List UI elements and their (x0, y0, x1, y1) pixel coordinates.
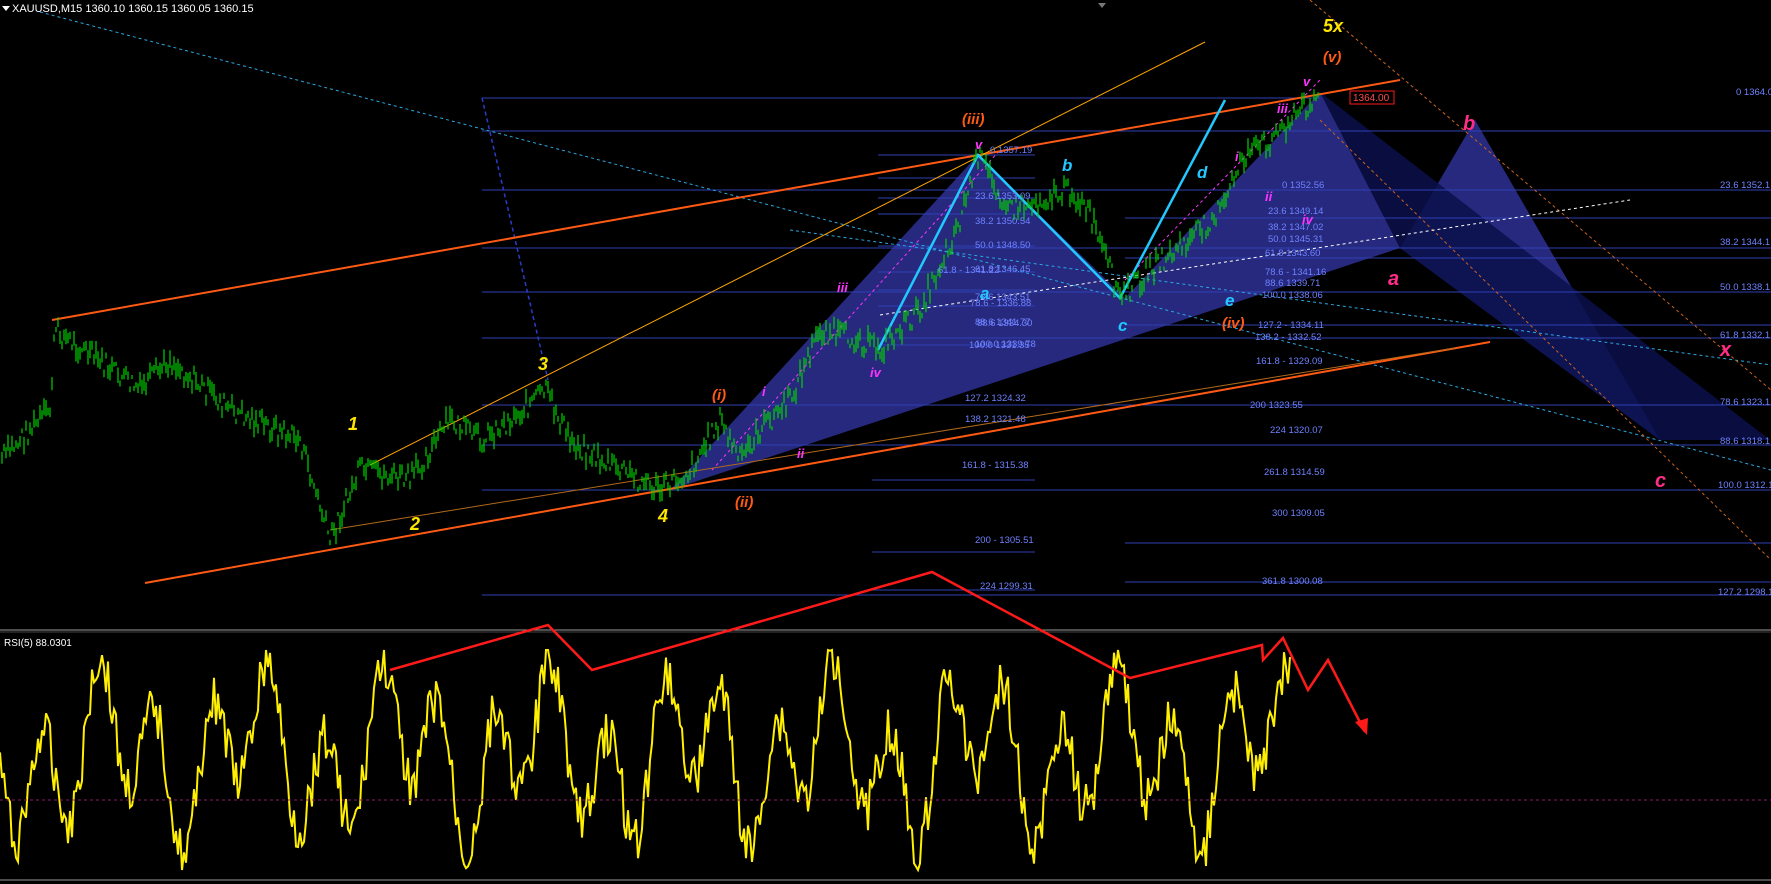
fib-level-label: 23.6 1352.1 (1720, 180, 1770, 191)
wave-label: 4 (657, 506, 668, 526)
wave-label: a (1388, 268, 1399, 290)
rsi-line (0, 648, 1291, 873)
fib-level-label: 200 1323.55 (1250, 400, 1303, 411)
fib-level-label: 50.0 1345.31 (1268, 234, 1323, 245)
fib-level-label: 50.0 1338.1 (1720, 282, 1770, 293)
wave-label: (ii) (735, 494, 753, 511)
wave-label: iii (837, 280, 848, 295)
wave-label: v (975, 137, 983, 152)
fib-level-label: 78.6 - 1341.16 (1265, 267, 1326, 278)
fib-level-label: 61.8 - 1341.22 (938, 265, 999, 276)
wave-label: ii (1265, 189, 1273, 204)
wave-label: c (1655, 470, 1666, 492)
wave-label: a (980, 284, 989, 303)
fib-level-label: 361.8 1300.08 (1262, 576, 1323, 587)
fib-level-label: 224 1299.31 (980, 581, 1033, 592)
fib-level-label: 161.8 - 1329.09 (1256, 356, 1323, 367)
fib-level-label: 161.8 - 1315.38 (962, 460, 1029, 471)
harmonic-pattern-edge (1320, 92, 1770, 440)
fib-level-label: 23.6 1353.09 (975, 191, 1030, 202)
fib-level-label: 224 1320.07 (1270, 425, 1323, 436)
fib-level-label: 78.6 1323.1 (1720, 397, 1770, 408)
price-chart: 1364.00 0 1357.19 23.6 1353.09 38.2 1350.54… (0, 0, 1771, 881)
rsi-title: RSI(5) 88.0301 (4, 638, 72, 649)
fib-level-label: 0 1352.56 (1282, 180, 1324, 191)
fib-level-label: 300 1309.05 (1272, 508, 1325, 519)
wave-label: c (1118, 316, 1128, 335)
fib-level-label: 127.2 - 1334.11 (1258, 320, 1324, 331)
wave-label: 2 (409, 514, 420, 534)
fib-level-label: 261.8 1314.59 (1264, 467, 1325, 478)
fib-level-label: 61.8 1343.60 (1265, 248, 1320, 259)
fib-level-label: 200 - 1305.51 (975, 535, 1034, 546)
fib-level-label: 88.6 1318.1 (1720, 436, 1770, 447)
chart-window: XAUUSD,M15 1360.10 1360.15 1360.05 1360.… (0, 0, 1771, 884)
wave-label: b (1463, 113, 1475, 135)
wave-label: i (1235, 149, 1239, 164)
scroll-marker-icon (1098, 3, 1106, 8)
wave-label: e (1225, 291, 1234, 310)
fib-level-label: 100.0 1331.35 (969, 340, 1030, 351)
fib-level-label: 138.2 - 1332.52 (1255, 332, 1322, 343)
wave-label: b (1062, 156, 1072, 175)
wave-label: i (762, 384, 766, 399)
wave-label: v (1303, 74, 1311, 89)
price-marker-label: 1364.00 (1353, 93, 1390, 104)
fib-level-label: 100.0 1338.06 (1262, 290, 1323, 301)
fib-level-label: 38.2 1350.54 (975, 216, 1030, 227)
wave-label: (iv) (1222, 315, 1245, 332)
wave-label: 3 (538, 354, 548, 374)
wave-label: d (1197, 163, 1208, 182)
wave-label: (i) (712, 387, 726, 404)
fib-level-label: 127.2 1298.1 (1718, 587, 1771, 598)
wave-label: iv (870, 365, 882, 380)
fib-level-label: 0 1364.0 (1736, 87, 1771, 98)
arrow-head-icon (1355, 718, 1368, 735)
fib-level-label: 100.0 1312.1 (1718, 480, 1771, 491)
fib-level-label: 88.6 1339.71 (1265, 278, 1320, 289)
wave-label: iii (1277, 101, 1288, 116)
fib-level-label: 23.6 1349.14 (1268, 206, 1323, 217)
fib-level-label: 50.0 1348.50 (975, 240, 1030, 251)
fib-level-label: 138.2 1321.48 (965, 414, 1026, 425)
wave-label: ii (797, 446, 805, 461)
fib-level-label: 38.2 1344.1 (1720, 237, 1770, 248)
fib-level-label: 38.2 1347.02 (1268, 222, 1323, 233)
fib-level-label: 127.2 1324.32 (965, 393, 1026, 404)
wave-label: iv (1302, 212, 1314, 227)
wave-label: x (1719, 339, 1732, 361)
fib-level-label: 0 1357.19 (990, 145, 1032, 156)
wave-label: (iii) (962, 111, 985, 128)
fib-level-label: 88.6 1334.30 (977, 318, 1032, 329)
wave-label: 1 (348, 414, 358, 434)
wave-label: (v) (1323, 49, 1341, 66)
wave-label: 5x (1323, 16, 1344, 36)
